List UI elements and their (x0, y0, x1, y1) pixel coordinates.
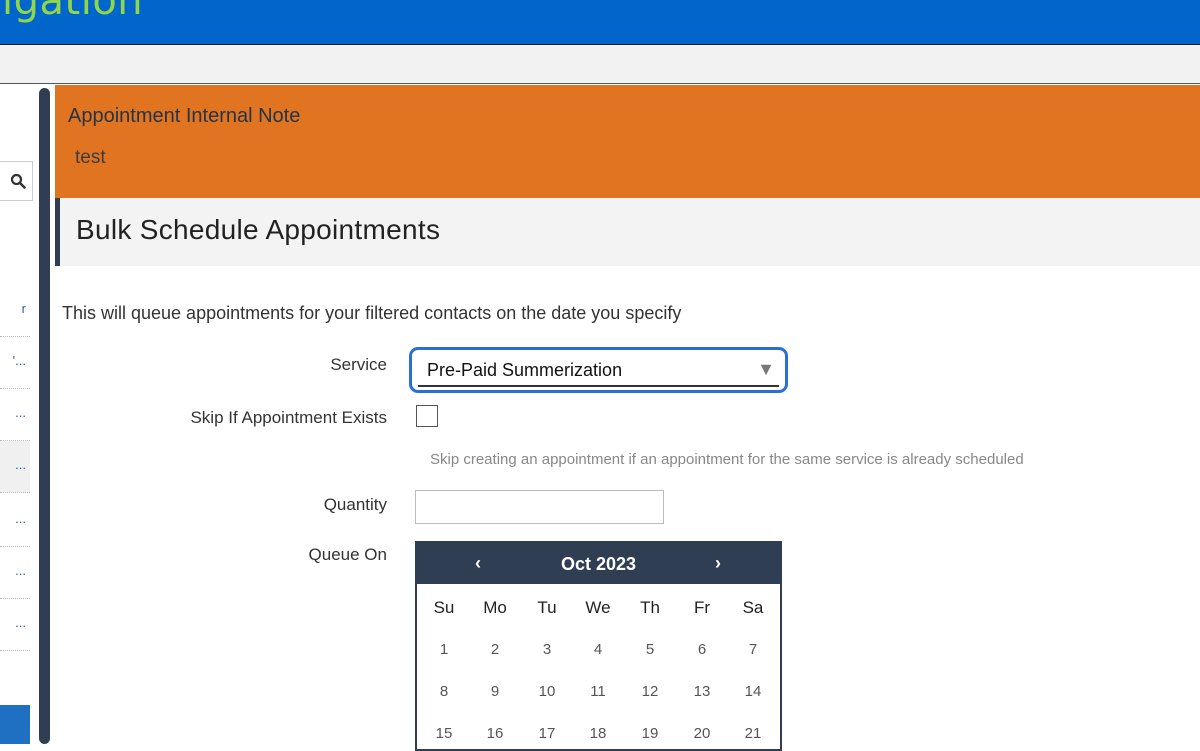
calendar-day[interactable]: 14 (738, 683, 768, 700)
calendar-day[interactable]: 8 (429, 683, 459, 700)
list-item[interactable]: '... (0, 337, 30, 389)
prev-month-button[interactable]: ‹ (475, 553, 481, 574)
calendar-day[interactable]: 5 (635, 641, 665, 658)
list-item[interactable]: ... (0, 547, 30, 599)
calendar-day[interactable]: 15 (429, 725, 459, 742)
skip-if-exists-checkbox[interactable] (416, 405, 438, 427)
calendar-day[interactable]: 18 (583, 725, 613, 742)
search-icon (10, 173, 26, 189)
page-header: Bulk Schedule Appointments (55, 198, 1200, 266)
skip-help-text: Skip creating an appointment if an appoi… (430, 451, 1024, 468)
toolbar-strip (0, 44, 1200, 84)
calendar-day[interactable]: 10 (532, 683, 562, 700)
calendar-day[interactable]: 4 (583, 641, 613, 658)
queue-on-label: Queue On (308, 545, 387, 564)
service-label: Service (330, 355, 387, 374)
service-selected-value: Pre-Paid Summerization (427, 360, 623, 380)
calendar-day[interactable]: 13 (687, 683, 717, 700)
weekday-header: Th (640, 598, 660, 617)
calendar-day[interactable]: 7 (738, 641, 768, 658)
list-item[interactable]: ... (0, 389, 30, 441)
calendar-day[interactable]: 17 (532, 725, 562, 742)
calendar-month-label: Oct 2023 (560, 554, 637, 574)
weekday-header: Mo (483, 598, 507, 617)
dropdown-arrow-icon: ▼ (757, 359, 775, 379)
calendar-header: Oct 2023 ‹ › (417, 543, 780, 584)
next-month-button[interactable]: › (715, 553, 721, 574)
note-body: test (75, 147, 106, 168)
list-item[interactable]: ... (0, 599, 30, 651)
list-item[interactable]: ... (0, 495, 30, 547)
search-button[interactable] (0, 161, 33, 201)
note-title: Appointment Internal Note (68, 105, 301, 127)
calendar-day[interactable]: 20 (687, 725, 717, 742)
calendar-day[interactable]: 12 (635, 683, 665, 700)
skip-label: Skip If Appointment Exists (190, 408, 387, 427)
internal-note-panel: Appointment Internal Note test (55, 85, 1200, 198)
weekday-header: We (585, 598, 611, 617)
calendar-day[interactable]: 2 (480, 641, 510, 658)
calendar-day[interactable]: 21 (738, 725, 768, 742)
weekday-header: Fr (693, 598, 711, 617)
form-intro-text: This will queue appointments for your fi… (62, 303, 682, 323)
page-title: Bulk Schedule Appointments (76, 214, 441, 245)
top-bar: igation (0, 0, 1200, 44)
calendar-day[interactable]: 19 (635, 725, 665, 742)
calendar-day[interactable]: 11 (583, 683, 613, 700)
weekday-header: Tu (537, 598, 557, 617)
calendar-day[interactable]: 3 (532, 641, 562, 658)
calendar-day[interactable]: 1 (429, 641, 459, 658)
list-item-selected[interactable]: ... (0, 441, 30, 493)
quantity-input[interactable] (415, 490, 664, 524)
sidebar-action-button[interactable] (0, 705, 30, 744)
brand-logo-text: igation (2, 0, 144, 24)
calendar-day[interactable]: 16 (480, 725, 510, 742)
calendar-day[interactable]: 9 (480, 683, 510, 700)
date-picker: Oct 2023 ‹ › Su Mo Tu We Th Fr Sa 1 2 3 4 5 6 7 8 9 10 11… (415, 541, 782, 751)
service-select[interactable]: Pre-Paid Summerization ▼ (409, 347, 788, 393)
list-item[interactable]: r (0, 285, 30, 337)
left-panel: r '... ... ... ... ... ... (0, 85, 38, 744)
weekday-header: Sa (742, 598, 764, 617)
quantity-label: Quantity (323, 495, 387, 514)
weekday-header: Su (433, 598, 455, 617)
calendar-day[interactable]: 6 (687, 641, 717, 658)
scrollbar[interactable] (39, 88, 50, 744)
select-underline (418, 385, 779, 387)
